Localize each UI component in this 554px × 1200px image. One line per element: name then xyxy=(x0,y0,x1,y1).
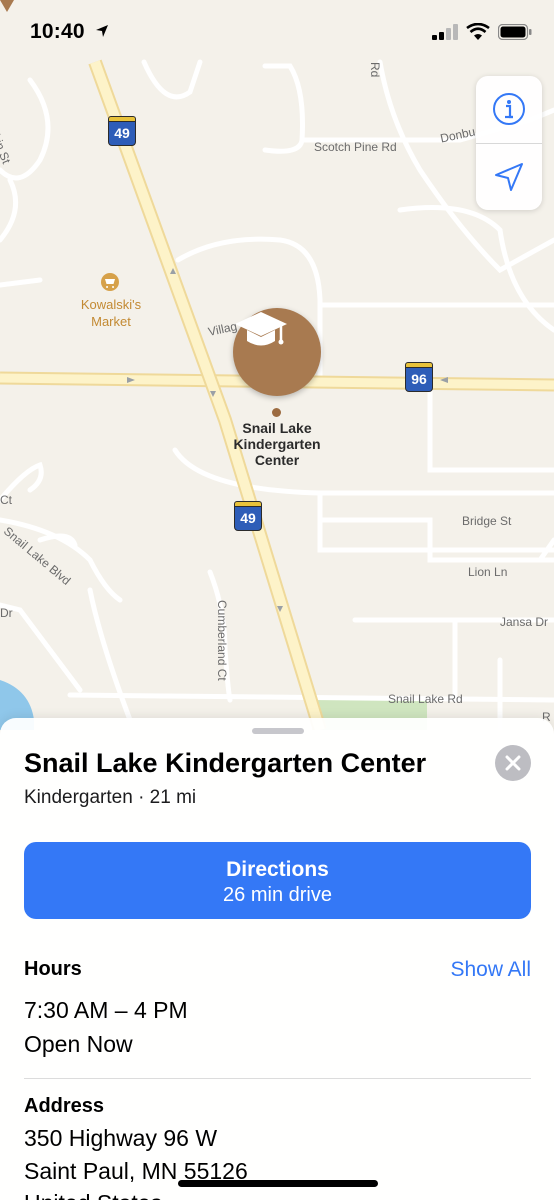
map-view[interactable]: Scotch Pine Rd Donbu Rd hin St Villag Ct… xyxy=(0,0,554,730)
show-all-hours-link[interactable]: Show All xyxy=(450,958,531,982)
directions-label: Directions xyxy=(226,858,329,881)
map-controls xyxy=(476,76,542,210)
hours-heading: Hours xyxy=(24,958,82,980)
section-divider xyxy=(24,1078,531,1079)
sheet-grabber[interactable] xyxy=(252,728,304,734)
location-arrow-icon xyxy=(495,163,523,191)
highway-shield-49-top: 49 xyxy=(108,116,136,146)
road-label-rd-top: Rd xyxy=(368,62,382,78)
place-title: Snail Lake Kindergarten Center xyxy=(24,748,427,778)
battery-icon xyxy=(498,24,532,40)
home-indicator[interactable] xyxy=(178,1180,378,1187)
road-label-snail-lake-rd: Snail Lake Rd xyxy=(388,692,463,706)
road-label-jansa-dr: Jansa Dr xyxy=(500,615,549,629)
cellular-signal-icon xyxy=(432,24,458,40)
road-label-dr-left: Dr xyxy=(0,606,13,620)
close-button[interactable] xyxy=(495,745,531,781)
highway-shield-96: 96 xyxy=(405,362,433,392)
status-time: 10:40 xyxy=(30,20,85,43)
poi-label-line2: Market xyxy=(91,314,131,329)
road-label-scotch-pine: Scotch Pine Rd xyxy=(314,140,397,154)
place-card[interactable]: Snail Lake Kindergarten Center Kindergar… xyxy=(0,718,554,1200)
current-location-button[interactable] xyxy=(476,144,542,210)
selected-place-line2: Kindergarten xyxy=(233,436,321,452)
selected-place-line3: Center xyxy=(254,452,300,468)
place-subtitle: Kindergarten · 21 mi xyxy=(24,787,197,808)
location-services-icon xyxy=(96,25,108,37)
address-heading: Address xyxy=(24,1095,105,1117)
address-line-3[interactable]: United States xyxy=(24,1190,162,1200)
highway-shield-49-bottom: 49 xyxy=(234,501,262,531)
info-button[interactable] xyxy=(476,76,542,142)
selected-place-line1: Snail Lake xyxy=(242,420,312,436)
hours-range: 7:30 AM – 4 PM xyxy=(24,997,188,1023)
address-line-1[interactable]: 350 Highway 96 W xyxy=(24,1125,217,1152)
open-status: Open Now xyxy=(24,1031,133,1057)
pin-location-dot xyxy=(272,408,281,417)
selected-place-label[interactable]: Snail Lake Kindergarten Center xyxy=(207,420,347,468)
status-bar: 10:40 xyxy=(0,0,554,64)
road-label-cumberland-ct: Cumberland Ct xyxy=(215,600,229,681)
directions-drive-time: 26 min drive xyxy=(223,884,332,906)
poi-kowalskis-market[interactable]: Kowalski's Market xyxy=(66,296,156,330)
close-icon xyxy=(505,755,521,771)
road-label-ct-left: Ct xyxy=(0,493,12,507)
selected-place-pin[interactable] xyxy=(233,308,321,396)
poi-label-line1: Kowalski's xyxy=(80,297,142,312)
road-label-lion-ln: Lion Ln xyxy=(468,565,508,579)
road-label-bridge-st: Bridge St xyxy=(462,514,512,528)
wifi-icon xyxy=(466,23,490,40)
graduation-cap-icon xyxy=(235,312,287,346)
info-icon xyxy=(493,93,525,125)
directions-button[interactable]: Directions 26 min drive xyxy=(24,842,531,919)
